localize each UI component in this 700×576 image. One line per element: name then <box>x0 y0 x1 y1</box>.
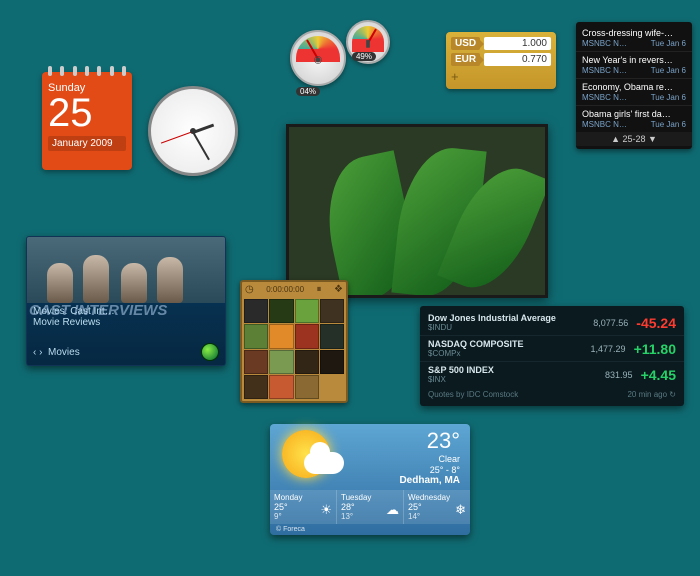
media-category: Movies <box>48 347 80 358</box>
stock-symbol: $INX <box>428 375 597 384</box>
weather-temp: 23° <box>427 428 460 454</box>
puzzle-tile[interactable] <box>295 350 319 374</box>
ram-percent: 49% <box>352 52 376 61</box>
currency-add-button[interactable]: + <box>451 69 551 84</box>
stock-symbol: $COMPx <box>428 349 583 358</box>
puzzle-tile[interactable] <box>269 350 293 374</box>
calendar-gadget[interactable]: Sunday 25 January 2009 <box>42 72 132 170</box>
stock-change: -45.24 <box>636 315 676 331</box>
puzzle-pause-icon[interactable]: ⏸ <box>317 284 322 295</box>
puzzle-tile[interactable] <box>244 375 268 399</box>
puzzle-tile[interactable] <box>320 350 344 374</box>
news-time: Tue Jan 6 <box>651 120 686 129</box>
clock-minute-hand <box>192 132 210 161</box>
puzzle-timer: 0:00:00:00 <box>266 285 304 294</box>
news-item[interactable]: Cross-dressing wife-… MSNBC N… Tue Jan 6 <box>576 25 692 52</box>
windows-logo-icon[interactable] <box>201 343 219 361</box>
forecast-low: 9° <box>274 512 332 521</box>
cpu-meter-gadget[interactable]: ▮ ◉ 04% 49% <box>290 20 390 90</box>
forecast-low: 14° <box>408 512 466 521</box>
stocks-gadget[interactable]: Dow Jones Industrial Average $INDU 8,077… <box>420 306 684 406</box>
stock-name: S&P 500 INDEX <box>428 365 597 375</box>
currency-row[interactable]: EUR 0.770 <box>451 53 551 66</box>
cloud-icon <box>304 452 344 474</box>
puzzle-tile[interactable] <box>269 375 293 399</box>
puzzle-gadget[interactable]: ◷ 0:00:00:00 ⏸ ❖ <box>240 280 348 403</box>
forecast-day[interactable]: Monday ☀ 25° 9° <box>270 490 337 524</box>
news-pager[interactable]: ▲ 25-28 ▼ <box>576 132 692 146</box>
news-time: Tue Jan 6 <box>651 39 686 48</box>
forecast-day[interactable]: Wednesday ❄ 25° 14° <box>404 490 470 524</box>
clock-hour-hand <box>192 124 214 134</box>
media-prev-button[interactable]: ‹ <box>33 347 36 358</box>
stock-price: 831.95 <box>605 370 633 380</box>
stock-row[interactable]: S&P 500 INDEX $INX 831.95 +4.45 <box>420 362 684 387</box>
media-center-gadget[interactable]: Movies: Cast Int… Movie Reviews CAST INT… <box>26 236 226 366</box>
news-source: MSNBC N… <box>582 93 627 102</box>
news-headline: Obama girls' first da… <box>582 109 686 119</box>
currency-code[interactable]: USD <box>451 37 480 50</box>
stock-symbol: $INDU <box>428 323 585 332</box>
puzzle-tile[interactable] <box>269 324 293 348</box>
forecast-low: 13° <box>341 512 399 521</box>
clock-second-hand <box>161 131 193 144</box>
currency-code[interactable]: EUR <box>451 53 480 66</box>
weather-credit: © Foreca <box>270 524 470 535</box>
weather-location[interactable]: Dedham, MA <box>399 475 460 486</box>
cpu-percent: 04% <box>296 87 320 96</box>
puzzle-tile[interactable] <box>295 375 319 399</box>
puzzle-tile[interactable] <box>295 324 319 348</box>
news-time: Tue Jan 6 <box>651 93 686 102</box>
stocks-credit: Quotes by IDC Comstock <box>428 390 518 399</box>
currency-value[interactable]: 1.000 <box>484 37 551 50</box>
cpu-dial: ◉ <box>290 30 346 86</box>
forecast-day[interactable]: Tuesday ☁ 28° 13° <box>337 490 404 524</box>
puzzle-tile[interactable] <box>269 299 293 323</box>
news-headline: Cross-dressing wife-… <box>582 28 686 38</box>
calendar-month-year: January 2009 <box>48 136 126 151</box>
news-item[interactable]: New Year's in revers… MSNBC N… Tue Jan 6 <box>576 52 692 79</box>
media-next-button[interactable]: › <box>39 347 42 358</box>
news-headline: New Year's in revers… <box>582 55 686 65</box>
currency-value[interactable]: 0.770 <box>484 53 551 66</box>
slideshow-gadget[interactable] <box>286 124 548 298</box>
stock-name: NASDAQ COMPOSITE <box>428 339 583 349</box>
stock-change: +11.80 <box>634 341 676 357</box>
puzzle-tile[interactable] <box>244 350 268 374</box>
news-source: MSNBC N… <box>582 120 627 129</box>
stock-price: 1,477.29 <box>591 344 626 354</box>
stock-change: +4.45 <box>641 367 676 383</box>
weather-condition: Clear <box>430 454 460 465</box>
calendar-date: 25 <box>48 94 126 132</box>
weather-gadget[interactable]: 23° Clear 25° - 8° Dedham, MA Monday ☀ 2… <box>270 424 470 535</box>
media-overlay-text: CAST INTERVIEWS <box>29 302 215 319</box>
forecast-dayname: Tuesday <box>341 493 399 502</box>
stock-row[interactable]: Dow Jones Industrial Average $INDU 8,077… <box>420 310 684 336</box>
puzzle-tile[interactable] <box>244 299 268 323</box>
news-feed-gadget[interactable]: Cross-dressing wife-… MSNBC N…Tue Jan 6 … <box>576 22 692 149</box>
forecast-dayname: Monday <box>274 493 332 502</box>
puzzle-tile[interactable] <box>320 324 344 348</box>
news-item[interactable]: Economy, Obama re… MSNBC N… Tue Jan 6 <box>576 79 692 106</box>
puzzle-timer-icon: ◷ <box>245 284 254 295</box>
news-source: MSNBC N… <box>582 39 627 48</box>
stocks-refresh[interactable]: 20 min ago ↻ <box>627 390 676 399</box>
news-headline: Economy, Obama re… <box>582 82 686 92</box>
puzzle-tile[interactable] <box>320 299 344 323</box>
news-item[interactable]: Obama girls' first da… MSNBC N… Tue Jan 6 <box>576 106 692 132</box>
news-time: Tue Jan 6 <box>651 66 686 75</box>
forecast-dayname: Wednesday <box>408 493 466 502</box>
stock-price: 8,077.56 <box>593 318 628 328</box>
currency-gadget[interactable]: USD 1.000 EUR 0.770 + <box>446 32 556 89</box>
stock-row[interactable]: NASDAQ COMPOSITE $COMPx 1,477.29 +11.80 <box>420 336 684 362</box>
puzzle-hint-icon[interactable]: ❖ <box>334 284 343 295</box>
puzzle-tile[interactable] <box>295 299 319 323</box>
puzzle-tile[interactable] <box>244 324 268 348</box>
clock-gadget[interactable] <box>148 86 238 176</box>
currency-row[interactable]: USD 1.000 <box>451 37 551 50</box>
media-thumbnail <box>27 237 225 303</box>
news-source: MSNBC N… <box>582 66 627 75</box>
stock-name: Dow Jones Industrial Average <box>428 313 585 323</box>
